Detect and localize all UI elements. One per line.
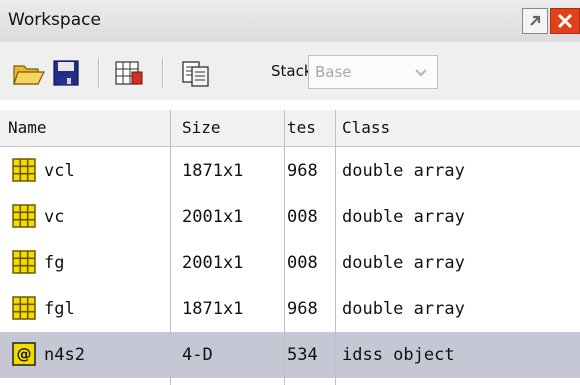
undock-button[interactable] xyxy=(522,8,548,34)
matrix-icon xyxy=(12,296,36,320)
object-icon: @ xyxy=(12,342,36,366)
close-button[interactable] xyxy=(550,8,580,34)
cell-name: fgl xyxy=(44,299,75,319)
column-divider[interactable] xyxy=(284,110,285,385)
cell-bytes: 008 xyxy=(287,253,318,273)
svg-text:@: @ xyxy=(17,345,32,363)
import-data-icon[interactable] xyxy=(112,58,146,88)
cell-name: vc xyxy=(44,207,65,227)
table-row[interactable]: @ n4s2 4-D 534 idss object xyxy=(0,332,580,378)
cell-bytes: 968 xyxy=(287,299,318,319)
close-icon xyxy=(557,13,573,29)
cell-name: vcl xyxy=(44,161,75,181)
toolbar: Stack: Base xyxy=(0,42,580,100)
cell-size: 2001x1 xyxy=(182,207,244,227)
cell-size: 1871x1 xyxy=(182,161,244,181)
cell-class: idss object xyxy=(342,345,455,365)
stack-dropdown[interactable]: Base xyxy=(308,55,438,89)
column-header-size[interactable]: Size xyxy=(182,110,272,146)
matrix-icon xyxy=(12,158,36,182)
stack-value: Base xyxy=(315,63,352,81)
table-row[interactable]: vc 2001x1 008 double array xyxy=(0,194,580,240)
toolbar-separator xyxy=(98,58,100,88)
column-header-class[interactable]: Class xyxy=(342,110,572,146)
save-icon[interactable] xyxy=(48,58,82,88)
column-divider[interactable] xyxy=(170,110,171,385)
table-row[interactable]: fg 2001x1 008 double array xyxy=(0,240,580,286)
table-row[interactable]: fgl 1871x1 968 double array xyxy=(0,286,580,332)
cell-name: fg xyxy=(44,253,65,273)
title-bar: Workspace xyxy=(0,0,580,43)
cell-class: double array xyxy=(342,207,465,227)
table-row[interactable]: vcl 1871x1 968 double array xyxy=(0,148,580,194)
cell-class: double array xyxy=(342,161,465,181)
matrix-icon xyxy=(12,204,36,228)
column-header-name[interactable]: Name xyxy=(8,110,168,146)
window-title: Workspace xyxy=(8,10,101,30)
undock-arrow-icon xyxy=(530,15,541,26)
column-header-bytes[interactable]: tes xyxy=(287,110,333,146)
open-folder-icon[interactable] xyxy=(12,58,46,88)
copy-icon[interactable] xyxy=(180,58,214,88)
cell-bytes: 008 xyxy=(287,207,318,227)
column-divider[interactable] xyxy=(335,110,336,385)
toolbar-separator xyxy=(162,58,164,88)
cell-size: 2001x1 xyxy=(182,253,244,273)
chevron-down-icon xyxy=(415,69,427,77)
cell-class: double array xyxy=(342,299,465,319)
cell-bytes: 968 xyxy=(287,161,318,181)
matrix-icon xyxy=(12,250,36,274)
cell-size: 1871x1 xyxy=(182,299,244,319)
cell-name: n4s2 xyxy=(44,345,85,365)
cell-size: 4-D xyxy=(182,345,213,365)
table-header: Name Size tes Class xyxy=(0,110,580,147)
cell-class: double array xyxy=(342,253,465,273)
cell-bytes: 534 xyxy=(287,345,318,365)
